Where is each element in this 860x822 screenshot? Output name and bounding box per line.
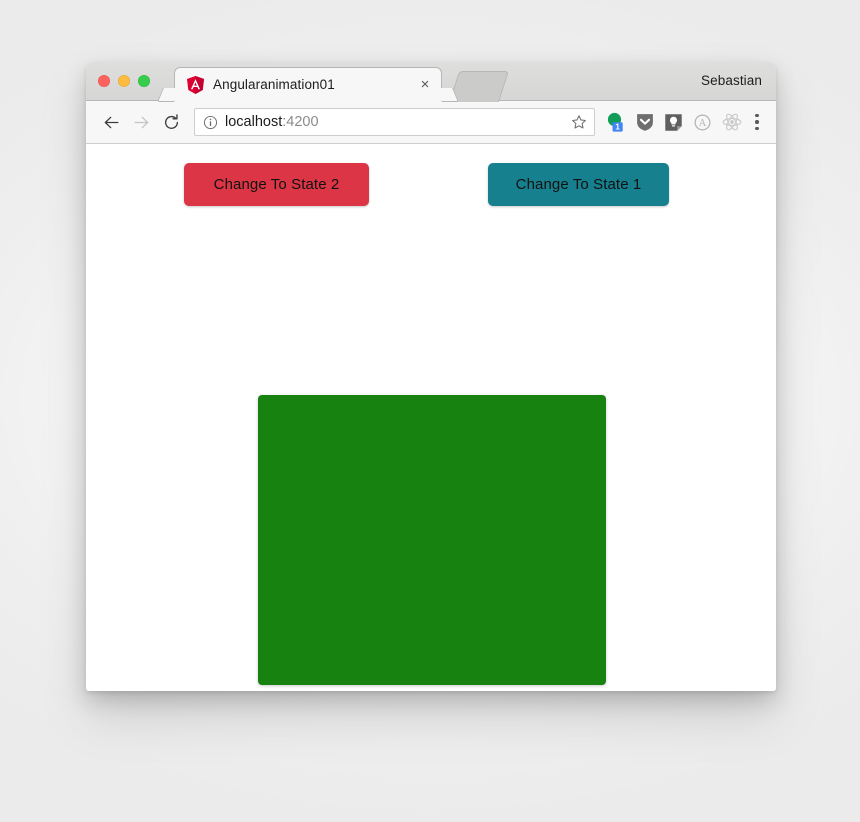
star-outline-icon	[572, 115, 586, 129]
tab-inactive-empty[interactable]	[448, 71, 510, 102]
tab-strip: Angularanimation01 × Sebastian	[86, 62, 776, 102]
reload-icon	[164, 113, 178, 129]
shield-chevron-extension-icon[interactable]	[632, 109, 657, 135]
change-to-state-1-button[interactable]: Change To State 1	[488, 163, 669, 206]
back-button[interactable]	[96, 107, 126, 137]
three-dots-vertical-icon	[755, 113, 759, 118]
info-circle-icon[interactable]	[203, 115, 218, 130]
svg-text:A: A	[699, 118, 707, 129]
window-close-button[interactable]	[98, 75, 110, 87]
url-text[interactable]: localhost:4200	[225, 114, 566, 130]
url-path: :4200	[282, 114, 319, 130]
animated-state-box	[258, 395, 606, 685]
profile-name-label[interactable]: Sebastian	[701, 73, 762, 88]
change-to-state-2-button[interactable]: Change To State 2	[184, 163, 369, 206]
browser-toolbar: localhost:4200 1 A	[86, 101, 776, 144]
tab-close-icon[interactable]: ×	[417, 77, 433, 93]
three-dots-vertical-icon	[755, 120, 759, 124]
angular-logo-icon	[187, 75, 204, 94]
browser-menu-button[interactable]	[746, 109, 768, 135]
adblock-circle-a-extension-icon[interactable]: A	[690, 109, 715, 135]
forward-button[interactable]	[126, 107, 156, 137]
address-bar[interactable]: localhost:4200	[194, 108, 595, 136]
arrow-right-icon	[134, 116, 148, 128]
bookmark-star-button[interactable]	[566, 110, 592, 134]
tab-angularanimation01[interactable]: Angularanimation01 ×	[174, 67, 442, 101]
extension-icons: 1 A	[601, 109, 744, 135]
tab-title: Angularanimation01	[213, 77, 335, 92]
shield-chevron-glyph	[636, 114, 653, 131]
svg-text:1: 1	[615, 122, 620, 131]
three-dots-vertical-icon	[755, 126, 759, 131]
green-circle-glyph: 1	[607, 112, 623, 132]
url-host: localhost	[225, 114, 283, 130]
window-traffic-lights	[98, 75, 150, 87]
window-minimize-button[interactable]	[118, 75, 130, 87]
arrow-left-icon	[104, 116, 118, 128]
circle-a-glyph: A	[694, 114, 711, 130]
window-zoom-button[interactable]	[138, 75, 150, 87]
green-circle-extension-icon[interactable]: 1	[603, 109, 628, 135]
browser-window: Angularanimation01 × Sebastian localhost…	[86, 62, 776, 691]
page-viewport: Change To State 2 Change To State 1	[86, 144, 776, 691]
reload-button[interactable]	[156, 107, 186, 137]
react-devtools-extension-icon[interactable]	[719, 109, 744, 135]
react-atom-glyph	[722, 113, 741, 131]
lightbulb-tag-extension-icon[interactable]	[661, 109, 686, 135]
lightbulb-tag-glyph	[665, 113, 682, 131]
